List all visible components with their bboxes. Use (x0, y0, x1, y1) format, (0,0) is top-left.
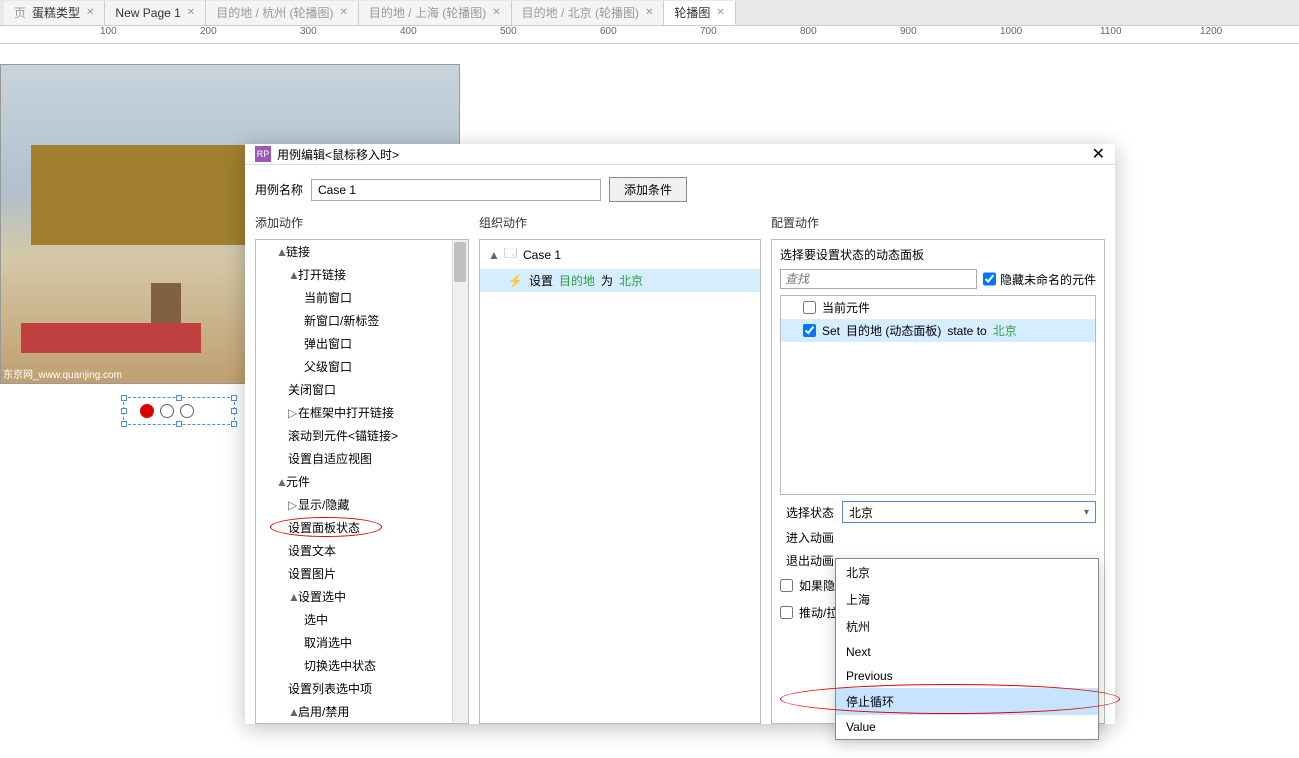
close-icon[interactable]: ✕ (187, 7, 195, 18)
case-node[interactable]: ▲ 🗔 Case 1 (480, 240, 760, 269)
tab-item[interactable]: 目的地 / 杭州 (轮播图)✕ (206, 1, 359, 25)
column-headers: 添加动作 组织动作 配置动作 (245, 210, 1115, 235)
close-icon[interactable]: ✕ (340, 7, 348, 18)
horizontal-ruler: 100 200 300 400 500 600 700 800 900 1000… (0, 26, 1299, 44)
chevron-down-icon: ▾ (1084, 507, 1089, 518)
action-node[interactable]: ⚡ 设置 目的地 为 北京 (480, 269, 760, 292)
tab-item[interactable]: 目的地 / 上海 (轮播图)✕ (359, 1, 512, 25)
panel-list[interactable]: 当前元件 Set 目的地 (动态面板) state to 北京 (780, 295, 1096, 495)
dropdown-item[interactable]: Previous (836, 664, 1098, 688)
case-name-input[interactable] (311, 179, 601, 201)
tree-item[interactable]: 设置文本 (256, 539, 468, 562)
tree-item[interactable]: 弹出窗口 (256, 332, 468, 355)
header-organize: 组织动作 (479, 210, 761, 235)
tab-item[interactable]: 页蛋糕类型✕ (4, 1, 105, 25)
close-icon[interactable]: ✕ (492, 7, 500, 18)
action-tree-panel: ▲链接 ▲打开链接 当前窗口 新窗口/新标签 弹出窗口 父级窗口 关闭窗口 ▷在… (255, 239, 469, 724)
carousel-dot-2[interactable] (160, 404, 174, 418)
select-panel-label: 选择要设置状态的动态面板 (780, 246, 1096, 263)
header-add-action: 添加动作 (255, 210, 469, 235)
dropdown-item[interactable]: 北京 (836, 559, 1098, 586)
add-condition-button[interactable]: 添加条件 (609, 177, 687, 202)
search-input[interactable] (780, 269, 977, 289)
tree-item[interactable]: ▷在框架中打开链接 (256, 401, 468, 424)
lightning-icon: ⚡ (508, 274, 523, 288)
dropdown-item[interactable]: 上海 (836, 586, 1098, 613)
panel-list-row-selected[interactable]: Set 目的地 (动态面板) state to 北京 (781, 319, 1095, 342)
close-icon[interactable]: ✕ (86, 7, 94, 18)
tab-item-active[interactable]: 轮播图✕ (664, 1, 735, 25)
dropdown-item[interactable]: Value (836, 715, 1098, 739)
dialog-titlebar: RP 用例编辑<鼠标移入时> ✕ (245, 144, 1115, 165)
case-name-row: 用例名称 添加条件 (245, 165, 1115, 210)
tree-item-set-panel-state[interactable]: 设置面板状态 (256, 516, 468, 539)
tree-item[interactable]: 取消选中 (256, 631, 468, 654)
tree-item[interactable]: ▷显示/隐藏 (256, 493, 468, 516)
tree-scrollbar[interactable] (452, 240, 468, 723)
organize-actions-panel: ▲ 🗔 Case 1 ⚡ 设置 目的地 为 北京 (479, 239, 761, 724)
dialog-title: 用例编辑<鼠标移入时> (277, 146, 399, 163)
case-icon: 🗔 (504, 244, 517, 265)
header-configure: 配置动作 (771, 210, 1105, 235)
tree-item[interactable]: ▲启用/禁用 (256, 700, 468, 723)
tree-item[interactable]: 设置图片 (256, 562, 468, 585)
tree-item[interactable]: 滚动到元件<锚链接> (256, 424, 468, 447)
carousel-dot-1[interactable] (140, 404, 154, 418)
close-icon[interactable]: ✕ (645, 7, 653, 18)
tree-item[interactable]: 设置自适应视图 (256, 447, 468, 470)
carousel-dot-3[interactable] (180, 404, 194, 418)
design-canvas[interactable]: 东京网_www.quanjing.com RP 用例编辑<鼠标移入时> ✕ 用例… (0, 44, 1299, 758)
hide-unnamed-checkbox[interactable]: 隐藏未命名的元件 (983, 269, 1096, 289)
tree-item[interactable]: 选中 (256, 608, 468, 631)
case-name-label: 用例名称 (255, 181, 303, 198)
state-dropdown-list: 北京 上海 杭州 Next Previous 停止循环 Value (835, 558, 1099, 740)
dropdown-item[interactable]: 杭州 (836, 613, 1098, 640)
tab-item[interactable]: New Page 1✕ (105, 1, 206, 25)
state-combobox[interactable]: 北京 ▾ (842, 501, 1096, 523)
tree-item[interactable]: 新窗口/新标签 (256, 309, 468, 332)
tree-item[interactable]: 父级窗口 (256, 355, 468, 378)
tree-item[interactable]: 设置列表选中项 (256, 677, 468, 700)
dropdown-item[interactable]: Next (836, 640, 1098, 664)
close-icon[interactable]: ✕ (716, 7, 724, 18)
dropdown-item-highlighted[interactable]: 停止循环 (836, 688, 1098, 715)
select-state-row: 选择状态 北京 ▾ (780, 501, 1096, 523)
tree-item[interactable]: 当前窗口 (256, 286, 468, 309)
tree-item[interactable]: 关闭窗口 (256, 378, 468, 401)
action-tree[interactable]: ▲链接 ▲打开链接 当前窗口 新窗口/新标签 弹出窗口 父级窗口 关闭窗口 ▷在… (256, 240, 468, 723)
tree-item[interactable]: ▲设置选中 (256, 585, 468, 608)
watermark-text: 东京网_www.quanjing.com (3, 366, 122, 381)
carousel-dots (140, 404, 194, 418)
app-icon: RP (255, 146, 271, 162)
tree-item[interactable]: 切换选中状态 (256, 654, 468, 677)
close-icon[interactable]: ✕ (1092, 144, 1105, 164)
tab-item[interactable]: 目的地 / 北京 (轮播图)✕ (512, 1, 665, 25)
panel-list-row[interactable]: 当前元件 (781, 296, 1095, 319)
document-tabs: 页蛋糕类型✕ New Page 1✕ 目的地 / 杭州 (轮播图)✕ 目的地 /… (0, 0, 1299, 26)
